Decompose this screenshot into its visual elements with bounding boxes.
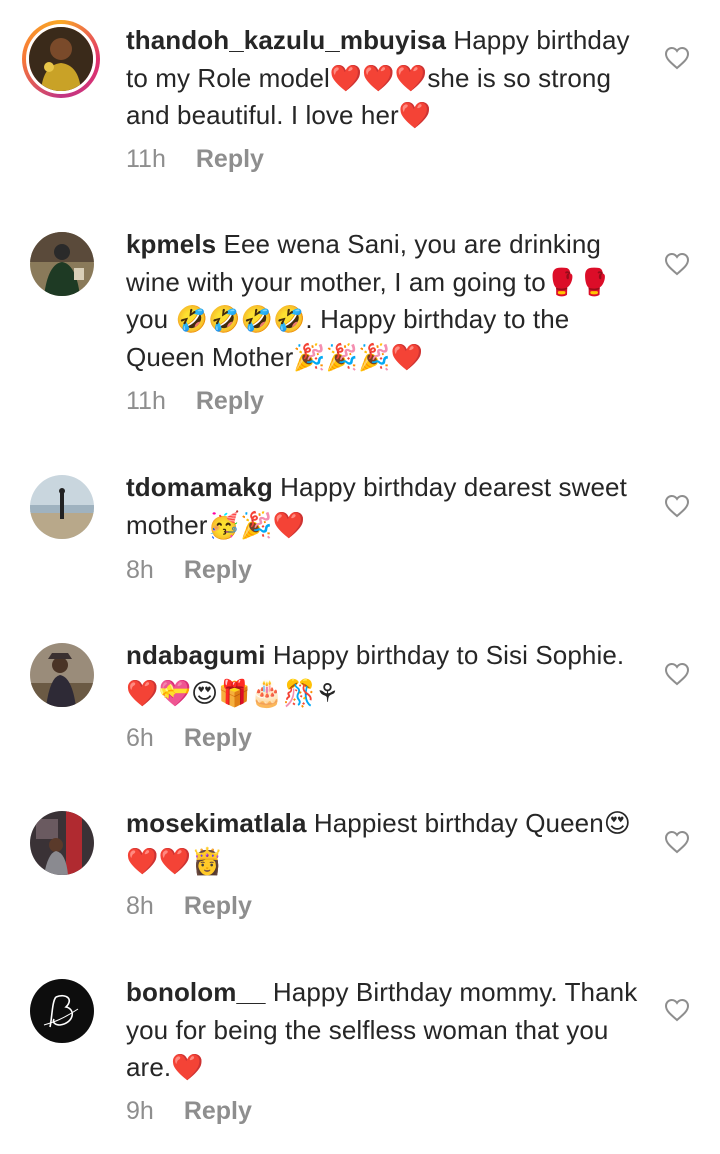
comment-text: bonolom__ Happy Birthday mommy. Thank yo… [126,974,646,1087]
like-button[interactable] [664,252,690,276]
comment-meta: 8h Reply [126,556,252,585]
user-photo-icon [30,643,94,707]
user-photo-icon [29,27,93,91]
comment-username[interactable]: ndabagumi [126,640,266,670]
comment-time: 8h [126,892,154,920]
user-photo-icon [30,475,94,539]
like-button[interactable] [664,998,690,1022]
comment-meta: 11h Reply [126,387,264,416]
comment-time: 11h [126,387,166,415]
avatar[interactable] [30,811,94,875]
avatar[interactable] [30,643,94,707]
comment-text: ndabagumi Happy birthday to Sisi Sophie.… [126,637,646,712]
avatar[interactable] [22,20,100,98]
comment-text: tdomamakg Happy birthday dearest sweet m… [126,469,646,544]
comment-meta: 9h Reply [126,1097,252,1126]
reply-button[interactable]: Reply [184,892,252,920]
user-photo-icon [30,811,94,875]
comment-username[interactable]: kpmels [126,229,216,259]
like-button[interactable] [664,830,690,854]
comment-text: kpmels Eee wena Sani, you are drinking w… [126,226,646,376]
comment-meta: 8h Reply [126,892,252,921]
comment-username[interactable]: thandoh_kazulu_mbuyisa [126,25,446,55]
comment-meta: 6h Reply [126,724,252,753]
like-button[interactable] [664,662,690,686]
avatar[interactable] [30,475,94,539]
comment-time: 11h [126,145,166,173]
monogram-logo-icon [30,979,94,1043]
comment-username[interactable]: tdomamakg [126,472,273,502]
like-button[interactable] [664,494,690,518]
comment-meta: 11h Reply [126,145,264,174]
comment-username[interactable]: mosekimatlala [126,808,307,838]
heart-outline-icon [664,494,690,518]
heart-outline-icon [664,662,690,686]
reply-button[interactable]: Reply [184,556,252,584]
comment-username[interactable]: bonolom__ [126,977,266,1007]
comment-text: thandoh_kazulu_mbuyisa Happy birthday to… [126,22,646,135]
avatar[interactable] [30,232,94,296]
reply-button[interactable]: Reply [196,387,264,415]
comment-time: 6h [126,724,154,752]
heart-outline-icon [664,830,690,854]
heart-outline-icon [664,998,690,1022]
avatar[interactable] [30,979,94,1043]
comment-time: 8h [126,556,154,584]
comment-text: mosekimatlala Happiest birthday Queen😍❤️… [126,805,646,880]
reply-button[interactable]: Reply [184,1097,252,1125]
heart-outline-icon [664,46,690,70]
comment-time: 9h [126,1097,154,1125]
like-button[interactable] [664,46,690,70]
reply-button[interactable]: Reply [184,724,252,752]
heart-outline-icon [664,252,690,276]
user-photo-icon [30,232,94,296]
reply-button[interactable]: Reply [196,145,264,173]
